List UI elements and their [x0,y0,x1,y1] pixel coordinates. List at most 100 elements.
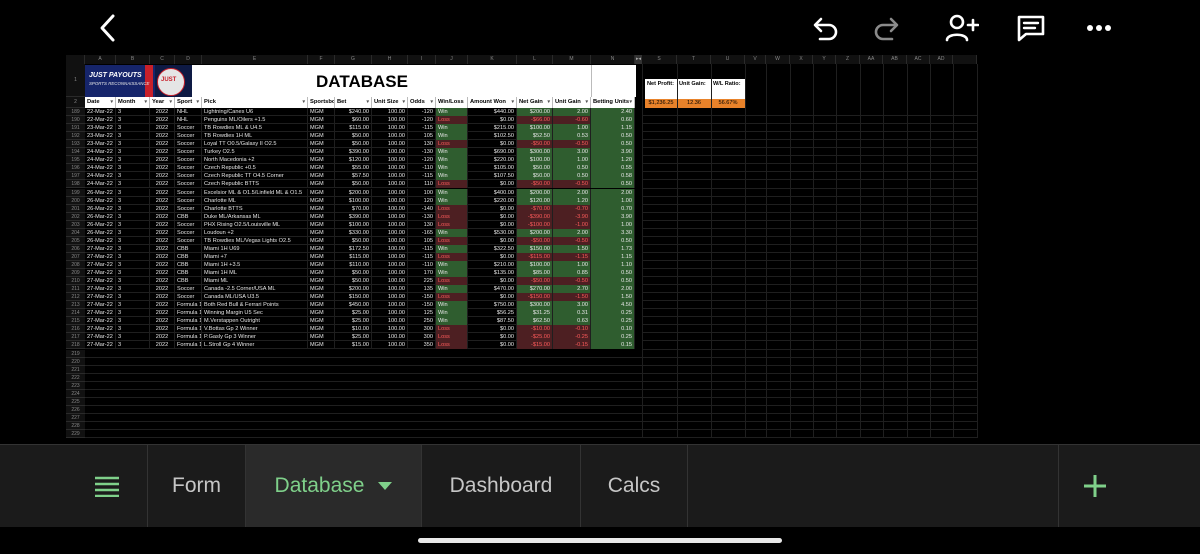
table-cell[interactable]: $62.50 [517,317,553,326]
table-cell[interactable]: $50.00 [335,269,372,278]
table-cell[interactable]: $390.00 [335,212,372,221]
table-cell[interactable]: Win [436,196,468,205]
row-number[interactable]: 216 [66,325,85,334]
table-cell[interactable]: 27-Mar-22 [85,325,116,334]
table-cell[interactable]: -0.50 [553,236,591,245]
table-cell[interactable]: 3 [116,301,150,310]
table-cell[interactable]: Soccer [175,293,202,302]
column-title-bet[interactable]: Bet ▾ [335,97,372,108]
row-number[interactable]: 191 [66,124,85,133]
table-cell[interactable]: 0.31 [553,309,591,318]
table-cell[interactable]: Miami 1H U69 [202,244,308,253]
table-cell[interactable]: 26-Mar-22 [85,188,116,197]
table-cell[interactable]: 3 [116,116,150,125]
table-cell[interactable]: 3 [116,293,150,302]
table-cell[interactable]: 27-Mar-22 [85,285,116,294]
table-cell[interactable]: Soccer [175,228,202,237]
table-cell[interactable]: 3 [116,309,150,318]
row-number[interactable]: 196 [66,164,85,173]
table-cell[interactable]: Soccer [175,124,202,133]
table-cell[interactable]: $25.00 [335,333,372,342]
table-cell[interactable]: Duke ML/Arkansas ML [202,212,308,221]
table-cell[interactable]: Soccer [175,180,202,189]
row-number[interactable]: 215 [66,317,85,326]
table-cell[interactable]: -115 [408,124,436,133]
table-cell[interactable]: 0.70 [591,204,635,213]
table-cell[interactable]: $107.50 [468,172,517,181]
table-cell[interactable]: Win [436,132,468,141]
table-cell[interactable]: Loss [436,212,468,221]
column-header[interactable]: W [766,55,790,64]
summary-wl-ratio[interactable]: 56.67% [711,99,745,108]
table-cell[interactable]: -$50.00 [517,180,553,189]
table-cell[interactable]: TB Rowdies 1H ML [202,132,308,141]
table-cell[interactable]: Miami 1H ML [202,269,308,278]
table-cell[interactable]: 105 [408,132,436,141]
table-cell[interactable]: -165 [408,228,436,237]
table-cell[interactable]: 3 [116,124,150,133]
table-cell[interactable]: 2022 [150,325,175,334]
table-cell[interactable]: 2022 [150,341,175,350]
row-number[interactable]: 190 [66,116,85,125]
column-title-month[interactable]: Month ▾ [116,97,150,108]
table-cell[interactable]: 24-Mar-22 [85,164,116,173]
table-cell[interactable]: Soccer [175,196,202,205]
table-cell[interactable]: 120 [408,196,436,205]
table-cell[interactable]: 100.00 [372,220,408,229]
table-cell[interactable]: Win [436,244,468,253]
table-cell[interactable]: -$50.00 [517,140,553,149]
table-cell[interactable]: Soccer [175,285,202,294]
table-cell[interactable]: 0.25 [591,333,635,342]
table-cell[interactable]: 100.00 [372,309,408,318]
table-cell[interactable]: 27-Mar-22 [85,260,116,269]
column-header[interactable]: B [116,55,150,64]
table-cell[interactable]: 3 [116,277,150,286]
table-cell[interactable]: $0.00 [468,220,517,229]
row-number[interactable]: 207 [66,252,85,261]
table-cell[interactable]: 2022 [150,333,175,342]
table-cell[interactable]: $450.00 [335,301,372,310]
table-cell[interactable]: Win [436,309,468,318]
corner-cell[interactable] [66,55,85,64]
table-cell[interactable]: -$10.00 [517,325,553,334]
table-cell[interactable]: 3 [116,212,150,221]
table-cell[interactable]: Soccer [175,204,202,213]
table-cell[interactable]: 100.00 [372,204,408,213]
table-cell[interactable]: MGM [308,172,335,181]
table-cell[interactable]: 0.50 [553,172,591,181]
row-number[interactable]: 194 [66,148,85,157]
table-cell[interactable]: -110 [408,260,436,269]
filter-icon[interactable]: ▾ [169,97,172,107]
table-cell[interactable]: MGM [308,325,335,334]
table-cell[interactable]: 0.25 [591,309,635,318]
table-cell[interactable]: 1.50 [553,244,591,253]
table-cell[interactable]: Soccer [175,164,202,173]
table-cell[interactable]: $70.00 [335,204,372,213]
table-cell[interactable]: $400.00 [468,188,517,197]
table-cell[interactable]: 3.00 [553,301,591,310]
column-title-date[interactable]: Date ▾ [85,97,116,108]
table-cell[interactable]: $200.00 [517,108,553,117]
table-cell[interactable]: 3 [116,196,150,205]
table-cell[interactable]: 100.00 [372,188,408,197]
column-header[interactable]: X [790,55,813,64]
table-cell[interactable]: 3 [116,325,150,334]
table-cell[interactable]: 2022 [150,212,175,221]
table-cell[interactable]: 130 [408,220,436,229]
table-cell[interactable]: Loss [436,236,468,245]
table-cell[interactable]: 300 [408,325,436,334]
column-title-year[interactable]: Year ▾ [150,97,175,108]
table-cell[interactable]: Loss [436,116,468,125]
table-cell[interactable]: CBB [175,277,202,286]
table-cell[interactable]: 0.50 [591,277,635,286]
column-header[interactable]: AC [907,55,930,64]
more-icon[interactable] [1079,8,1119,48]
table-cell[interactable]: $0.00 [468,293,517,302]
table-cell[interactable]: MGM [308,341,335,350]
table-cell[interactable]: $470.00 [468,285,517,294]
table-cell[interactable]: $215.00 [468,124,517,133]
table-cell[interactable]: 100.00 [372,140,408,149]
column-header[interactable]: F [308,55,335,64]
table-cell[interactable]: 100.00 [372,244,408,253]
table-cell[interactable]: $57.50 [335,172,372,181]
